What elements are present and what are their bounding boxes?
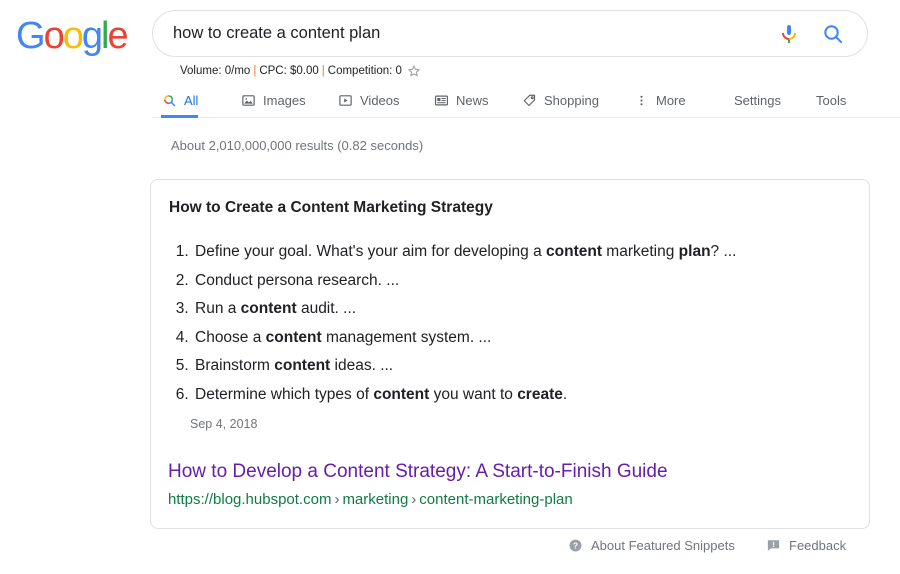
tab-news[interactable]: News (433, 84, 489, 117)
snippet-text: you want to (429, 385, 518, 403)
settings-label: Settings (734, 93, 781, 108)
tag-icon (521, 93, 537, 109)
snippet-text: Run a (195, 300, 241, 317)
svg-text:?: ? (573, 541, 578, 550)
microphone-icon[interactable] (777, 22, 801, 46)
featured-snippet-list-item: Run a content audit. ... (193, 295, 873, 324)
tab-active-underline (161, 115, 199, 118)
snippet-text: ideas. ... (330, 357, 394, 374)
tab-all[interactable]: All (161, 84, 199, 118)
logo-letter: g (81, 15, 103, 57)
tab-label: Shopping (544, 93, 599, 108)
about-featured-snippets-link[interactable]: ? About Featured Snippets (568, 538, 735, 553)
featured-snippet-list: Define your goal. What's your aim for de… (171, 238, 873, 409)
tab-label: More (656, 93, 686, 108)
logo-letter: e (107, 15, 128, 57)
search-icon[interactable] (821, 22, 845, 46)
seo-metrics-bar: Volume: 0/mo | CPC: $0.00 | Competition:… (180, 62, 421, 79)
search-header: Google Volume: 0/mo | CPC: $0.00 | Compe… (0, 0, 900, 122)
search-box[interactable] (152, 10, 868, 57)
snippet-text: marketing (602, 243, 679, 260)
seo-cpc: CPC: $0.00 (259, 64, 319, 77)
highlighted-term: plan (678, 243, 711, 260)
highlighted-term: content (373, 385, 430, 403)
video-icon (337, 93, 353, 109)
settings-button[interactable]: Settings (734, 84, 781, 117)
logo-letter: o (43, 15, 65, 57)
seo-separator: | (253, 64, 257, 77)
snippet-text: Choose a (195, 328, 266, 346)
snippet-text: Determine which types of (195, 385, 374, 403)
seo-competition: Competition: 0 (327, 64, 402, 77)
featured-snippet-date: Sep 4, 2018 (190, 417, 258, 431)
search-icon (161, 93, 177, 109)
url-domain: https://blog.hubspot.com (168, 491, 332, 508)
highlighted-term: content (546, 243, 602, 260)
snippet-text: Brainstorm (195, 357, 275, 374)
url-chevron: › (411, 491, 417, 508)
help-circle-icon: ? (568, 538, 583, 553)
tab-images[interactable]: Images (240, 84, 306, 117)
snippet-footer: ? About Featured Snippets Feedback (0, 538, 900, 562)
seo-separator: | (321, 64, 325, 77)
tab-label: News (456, 93, 489, 108)
featured-snippet-list-item: Conduct persona research. ... (193, 267, 873, 296)
more-vertical-icon (633, 93, 649, 109)
tab-more[interactable]: More (633, 84, 686, 117)
tab-videos[interactable]: Videos (337, 84, 400, 117)
url-path-1: marketing (342, 491, 409, 508)
feedback-link[interactable]: Feedback (766, 538, 846, 553)
logo-letter: o (62, 15, 84, 57)
tab-label: Images (263, 93, 306, 108)
highlighted-term: content (240, 300, 297, 317)
featured-snippet-list-item: Choose a content management system. ... (193, 324, 873, 353)
google-logo[interactable]: Google (16, 15, 129, 57)
tools-button[interactable]: Tools (816, 84, 846, 117)
featured-snippet-title: How to Create a Content Marketing Strate… (169, 199, 493, 216)
snippet-text: audit. ... (296, 300, 357, 317)
featured-snippet-list-item: Brainstorm content ideas. ... (193, 352, 873, 381)
snippet-text: management system. ... (321, 328, 492, 346)
tab-label: All (184, 93, 199, 108)
seo-volume: Volume: 0/mo (180, 64, 251, 77)
highlighted-term: content (265, 328, 322, 346)
snippet-text: Define your goal. What's your aim for de… (195, 243, 547, 260)
url-path-2: content-marketing-plan (419, 491, 573, 508)
result-link-title[interactable]: How to Develop a Content Strategy: A Sta… (168, 461, 668, 483)
tabs-divider (152, 117, 900, 118)
tab-label: Videos (360, 93, 400, 108)
tools-label: Tools (816, 93, 847, 108)
feedback-icon (766, 538, 781, 553)
snippet-text: ? ... (710, 243, 737, 260)
snippet-text: . (562, 385, 568, 403)
highlighted-term: content (274, 357, 331, 374)
image-icon (240, 93, 256, 109)
search-input[interactable] (173, 11, 773, 56)
feedback-label: Feedback (789, 538, 847, 553)
url-chevron: › (334, 491, 340, 508)
about-featured-snippets-label: About Featured Snippets (591, 538, 735, 553)
results-count: About 2,010,000,000 results (0.82 second… (171, 138, 424, 153)
result-url[interactable]: https://blog.hubspot.com › marketing › conte… (168, 491, 573, 508)
logo-letter: G (16, 15, 46, 57)
star-icon[interactable] (407, 64, 421, 81)
highlighted-term: create (517, 385, 563, 403)
search-tabs: All Images Videos News Shopping More Set… (0, 84, 900, 122)
tab-shopping[interactable]: Shopping (521, 84, 599, 117)
snippet-text: Conduct persona research. ... (195, 271, 400, 289)
featured-snippet-list-item: Determine which types of content you wan… (193, 381, 873, 410)
news-icon (433, 93, 449, 109)
featured-snippet-list-item: Define your goal. What's your aim for de… (193, 238, 873, 267)
